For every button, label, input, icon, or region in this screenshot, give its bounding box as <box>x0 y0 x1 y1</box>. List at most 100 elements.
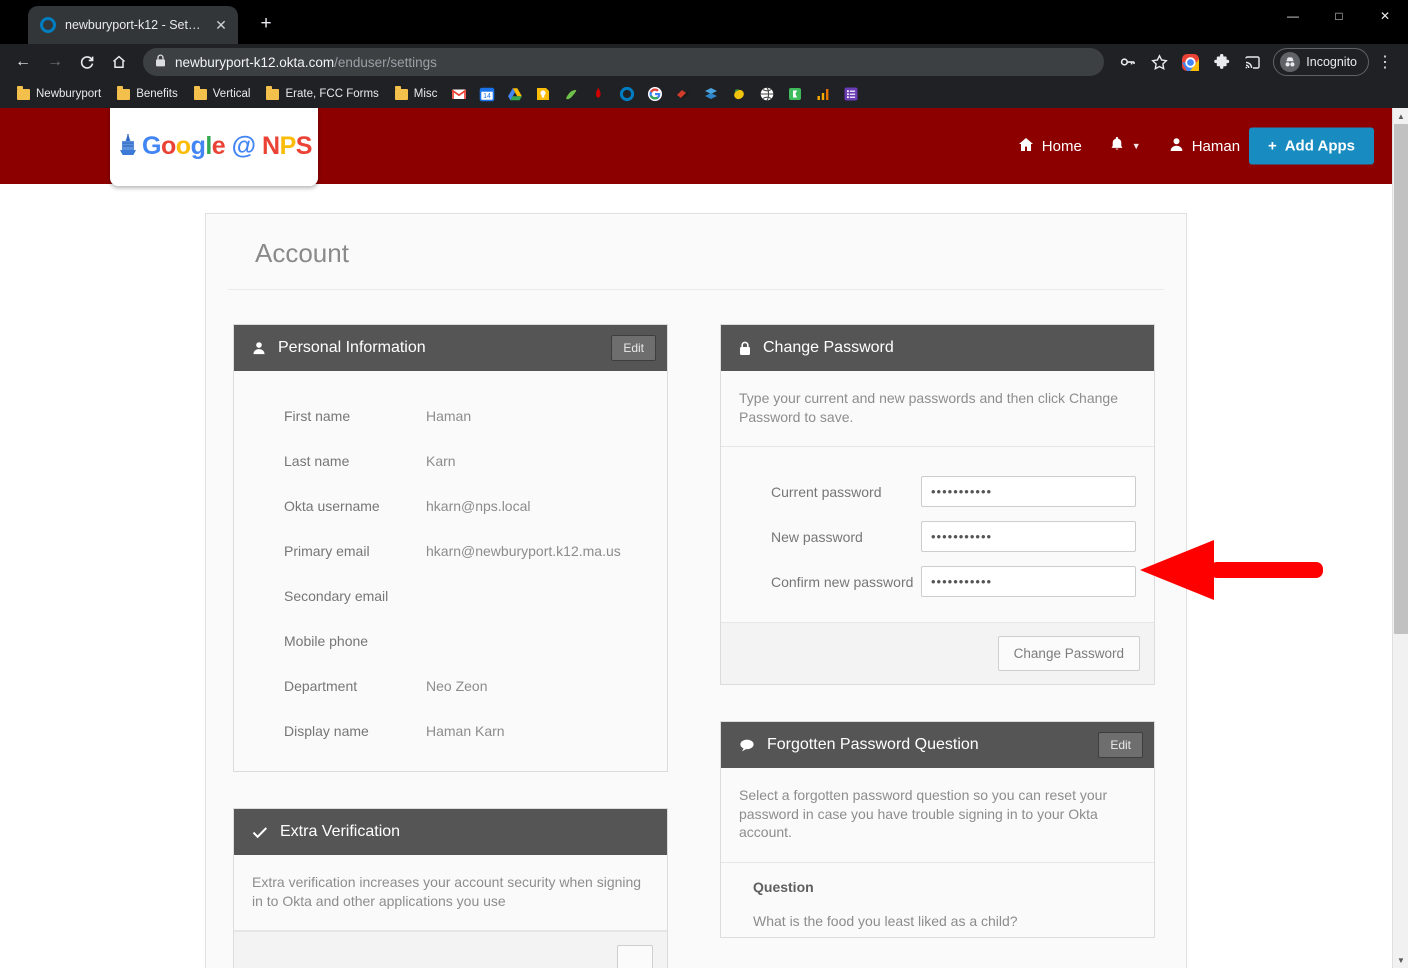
google-calendar-icon[interactable]: 14 <box>479 86 495 102</box>
back-icon[interactable]: ← <box>8 47 38 77</box>
incognito-profile-button[interactable]: Incognito <box>1273 48 1369 76</box>
add-apps-button[interactable]: + Add Apps <box>1248 127 1374 165</box>
home-icon <box>1018 137 1034 156</box>
info-label: Secondary email <box>284 587 389 604</box>
bookmark-folder-erate[interactable]: Erate, FCC Forms <box>259 86 385 102</box>
info-row: Primary email hkarn@newburyport.k12.ma.u… <box>252 528 649 573</box>
flag-icon[interactable] <box>787 86 803 102</box>
bookmark-label: Misc <box>413 88 438 100</box>
site-logo[interactable]: Google @ NPS <box>110 108 318 186</box>
window-close-icon[interactable]: ✕ <box>1362 0 1408 32</box>
gmail-icon[interactable] <box>451 86 467 102</box>
confirm-password-label: Confirm new password <box>771 573 914 590</box>
nav-home[interactable]: Home <box>1018 137 1082 156</box>
browser-window: newburyport-k12 - Settings ✕ + — □ ✕ ← → <box>0 0 1408 968</box>
evernote-icon[interactable] <box>563 86 579 102</box>
okta-circle-icon <box>40 17 56 33</box>
cast-icon[interactable] <box>1237 47 1267 77</box>
forgotten-password-panel: Forgotten Password Question Edit Select … <box>720 721 1155 939</box>
page-scrollbar[interactable]: ▲ ▼ <box>1392 108 1408 968</box>
page-viewport: Google @ NPS Home ▼ Haman + Add Apps Acc… <box>0 108 1392 968</box>
speech-bubble-icon <box>739 738 755 752</box>
kebab-menu-icon[interactable]: ⋮ <box>1370 47 1400 77</box>
google-icon[interactable] <box>647 86 663 102</box>
incognito-icon <box>1280 52 1301 72</box>
bookmark-folder-misc[interactable]: Misc <box>388 86 445 102</box>
settings-columns: Personal Information Edit First name Ham… <box>206 290 1186 968</box>
url-text: newburyport-k12.okta.com/enduser/setting… <box>175 55 437 70</box>
browser-tab[interactable]: newburyport-k12 - Settings ✕ <box>28 6 238 44</box>
minimize-icon[interactable]: — <box>1270 0 1316 32</box>
question-value: What is the food you least liked as a ch… <box>753 913 1018 930</box>
nav-user-label: Haman <box>1191 137 1241 155</box>
left-column: Personal Information Edit First name Ham… <box>233 324 668 968</box>
tab-strip: newburyport-k12 - Settings ✕ + — □ ✕ <box>0 0 1408 44</box>
change-password-header: Change Password <box>721 325 1154 371</box>
key-icon[interactable] <box>1113 47 1143 77</box>
bookmark-label: Benefits <box>136 88 178 100</box>
tab-title: newburyport-k12 - Settings <box>65 18 203 32</box>
info-label: Primary email <box>284 542 370 559</box>
change-password-button[interactable]: Change Password <box>997 636 1140 672</box>
sketchup-icon[interactable] <box>675 86 691 102</box>
scrollbar-thumb[interactable] <box>1394 124 1408 634</box>
chrome-extension-colorful-icon[interactable] <box>1175 47 1205 77</box>
globe-icon[interactable] <box>759 86 775 102</box>
edit-forgotten-password-button[interactable]: Edit <box>1098 732 1143 759</box>
svg-text:14: 14 <box>484 93 492 100</box>
nav-home-label: Home <box>1041 137 1082 155</box>
right-column: Change Password Type your current and ne… <box>720 324 1155 968</box>
analytics-icon[interactable] <box>815 86 831 102</box>
home-icon[interactable] <box>104 47 134 77</box>
bookmark-folder-newburyport[interactable]: Newburyport <box>10 86 108 102</box>
nav-notifications[interactable]: ▼ <box>1110 136 1141 156</box>
forgotten-password-description: Select a forgotten password question so … <box>721 768 1154 864</box>
person-icon <box>1169 137 1184 156</box>
bookmark-folder-vertical[interactable]: Vertical <box>187 86 258 102</box>
profile-label: Incognito <box>1306 55 1357 69</box>
personal-information-body: First name Haman Last name Karn Okta use… <box>234 371 667 771</box>
forward-icon[interactable]: → <box>40 47 70 77</box>
info-value: Haman <box>426 407 472 424</box>
info-row: Last name Karn <box>252 438 649 483</box>
scroll-up-icon[interactable]: ▲ <box>1393 108 1408 124</box>
bookmark-star-icon[interactable] <box>1144 47 1174 77</box>
edit-personal-information-button[interactable]: Edit <box>611 335 656 361</box>
google-drive-icon[interactable] <box>507 86 523 102</box>
bookmark-label: Erate, FCC Forms <box>285 88 379 100</box>
lemon-icon[interactable] <box>731 86 747 102</box>
question-label: Question <box>753 879 814 896</box>
confirm-password-input[interactable] <box>921 566 1136 598</box>
change-password-body: Current password New password Confirm ne… <box>721 447 1154 622</box>
close-icon[interactable]: ✕ <box>212 16 230 34</box>
info-row: Okta username hkarn@nps.local <box>252 483 649 528</box>
info-label: First name <box>284 407 351 424</box>
list-icon[interactable] <box>843 86 859 102</box>
new-tab-button[interactable]: + <box>254 12 278 36</box>
account-card: Account Personal Information Edit First … <box>205 213 1187 968</box>
page-body: Account Personal Information Edit First … <box>0 213 1392 968</box>
adobe-icon[interactable] <box>591 86 607 102</box>
nav-user-menu[interactable]: Haman ▼ <box>1169 137 1257 156</box>
new-password-label: New password <box>771 528 863 545</box>
maximize-icon[interactable]: □ <box>1316 0 1362 32</box>
current-password-input[interactable] <box>921 476 1136 508</box>
forgotten-password-header: Forgotten Password Question Edit <box>721 722 1154 769</box>
puzzle-icon[interactable] <box>1206 47 1236 77</box>
extra-verification-action-button[interactable] <box>617 945 653 968</box>
reload-icon[interactable] <box>72 47 102 77</box>
bookmarks-bar: Newburyport Benefits Vertical Erate, FCC… <box>0 80 1408 108</box>
forgotten-password-question-block: Question What is the food you least like… <box>721 863 1154 937</box>
extra-verification-panel: Extra Verification Extra verification in… <box>233 808 668 968</box>
folder-icon <box>117 86 131 100</box>
new-password-input[interactable] <box>921 521 1136 553</box>
okta-icon[interactable] <box>619 86 635 102</box>
add-apps-label: Add Apps <box>1284 137 1355 155</box>
bookmark-folder-benefits[interactable]: Benefits <box>110 86 185 102</box>
scroll-down-icon[interactable]: ▼ <box>1393 952 1408 968</box>
lock-icon <box>739 341 751 356</box>
google-keep-icon[interactable] <box>535 86 551 102</box>
new-password-row: New password <box>739 514 1136 559</box>
address-bar[interactable]: newburyport-k12.okta.com/enduser/setting… <box>143 48 1105 76</box>
blocks-icon[interactable] <box>703 86 719 102</box>
